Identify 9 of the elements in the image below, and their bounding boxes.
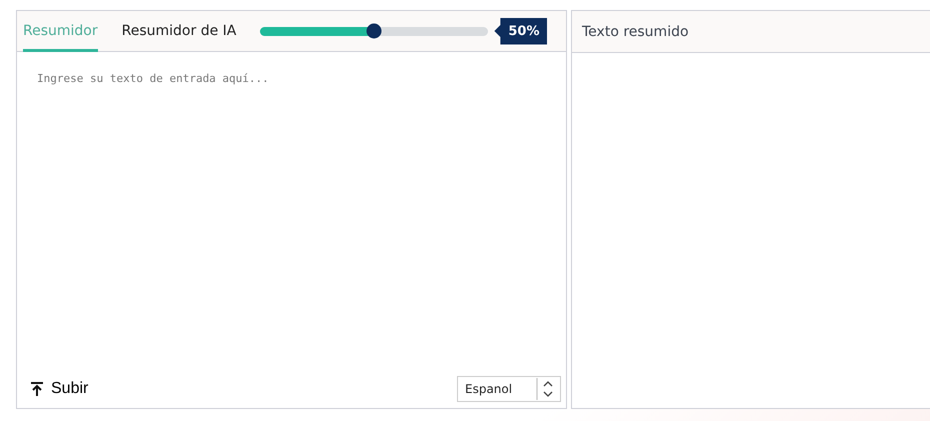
upload-button[interactable]: Subir [29,380,88,398]
tab[interactable]: Resumidor de IA [122,10,236,52]
upload-icon [29,381,45,397]
language-select[interactable]: Espanol [457,376,561,402]
slider-track[interactable] [260,26,488,36]
panel-title: Texto resumido [581,24,689,40]
input-field[interactable]: Ingrese su texto de entrada aquí... [16,52,567,376]
slider-value: 50% [494,18,548,44]
slider-thumb[interactable] [366,24,382,38]
